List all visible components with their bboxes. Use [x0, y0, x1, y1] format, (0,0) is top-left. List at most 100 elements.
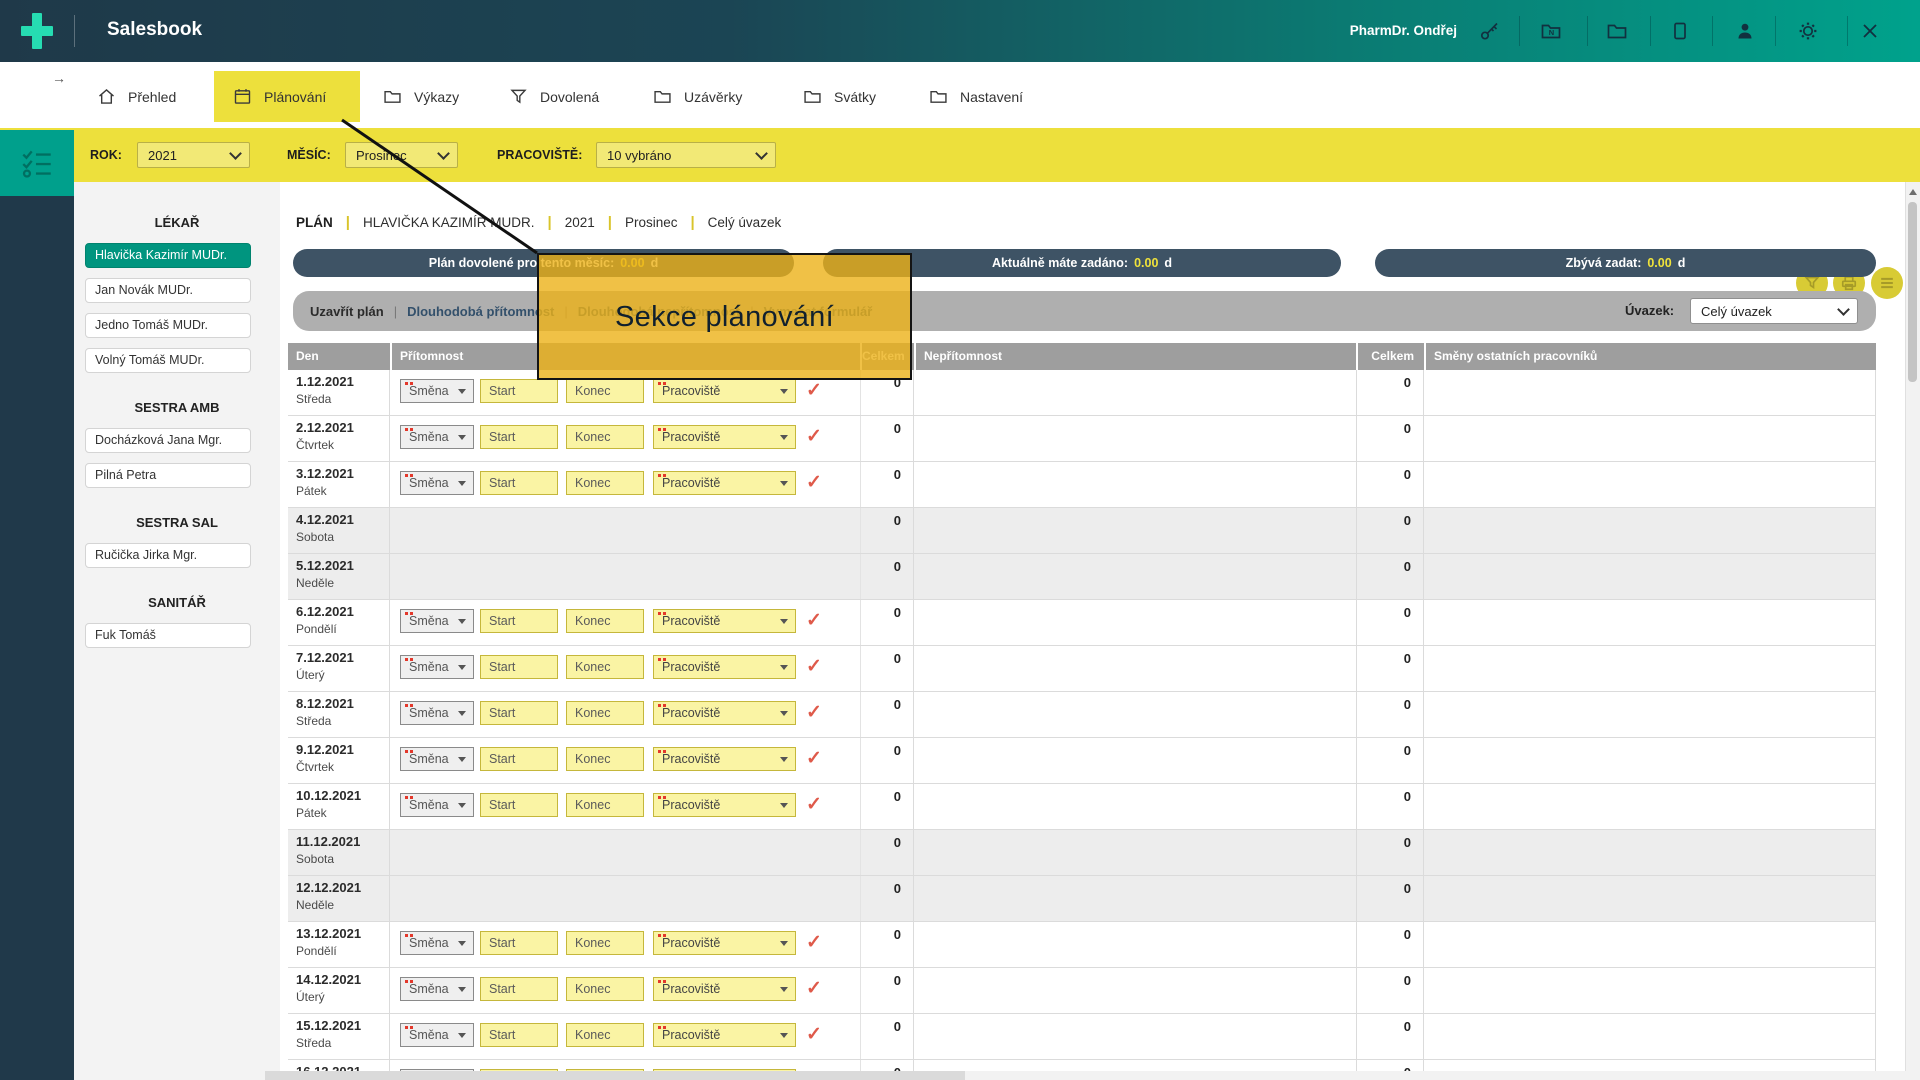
close-icon[interactable]: [1858, 19, 1882, 43]
toolbar-separator: |: [394, 304, 397, 319]
total-presence-cell: 0: [860, 692, 914, 737]
staff-list-item[interactable]: Volný Tomáš MUDr.: [85, 348, 251, 373]
end-time-input[interactable]: Konec: [566, 977, 644, 1001]
confirm-check-button[interactable]: ✓: [806, 609, 822, 632]
shift-select[interactable]: Směna: [400, 655, 474, 679]
workload-value: Celý úvazek: [1701, 304, 1772, 319]
workplace-select[interactable]: Pracoviště: [653, 977, 796, 1001]
planning-sidebar-toggle[interactable]: [0, 130, 74, 196]
staff-group-header: LÉKAŘ: [74, 215, 280, 230]
year-select[interactable]: 2021: [137, 142, 250, 168]
tab-dovolena[interactable]: Dovolená: [508, 71, 599, 122]
workplace-select[interactable]: Pracoviště: [653, 655, 796, 679]
folder-n-icon[interactable]: N: [1539, 19, 1563, 43]
tablet-icon[interactable]: [1668, 19, 1692, 43]
end-time-input[interactable]: Konec: [566, 379, 644, 403]
start-time-input[interactable]: Start: [480, 425, 558, 449]
confirm-check-button[interactable]: ✓: [806, 655, 822, 678]
workplace-select[interactable]: Pracoviště: [653, 1023, 796, 1047]
presence-cell: SměnaStart Konec Pracoviště ✓: [390, 784, 860, 829]
user-icon[interactable]: [1733, 19, 1757, 43]
start-time-input[interactable]: Start: [480, 1023, 558, 1047]
staff-list-item[interactable]: Hlavička Kazimír MUDr.: [85, 243, 251, 268]
end-time-input[interactable]: Konec: [566, 793, 644, 817]
start-time-input[interactable]: Start: [480, 471, 558, 495]
confirm-check-button[interactable]: ✓: [806, 1023, 822, 1046]
workload-select[interactable]: Celý úvazek: [1690, 298, 1858, 324]
shift-select[interactable]: Směna: [400, 977, 474, 1001]
end-time-input[interactable]: Konec: [566, 1023, 644, 1047]
staff-list-item[interactable]: Docházková Jana Mgr.: [85, 428, 251, 453]
workplace-filter-select[interactable]: 10 vybráno: [596, 142, 776, 168]
confirm-check-button[interactable]: ✓: [806, 471, 822, 494]
tab-vykazy[interactable]: Výkazy: [382, 71, 459, 122]
scroll-up-icon[interactable]: [1909, 189, 1917, 195]
vertical-scrollbar[interactable]: [1905, 182, 1920, 1080]
vertical-scroll-thumb[interactable]: [1908, 202, 1917, 382]
tab-uzaverky[interactable]: Uzávěrky: [652, 71, 742, 122]
tab-prehled[interactable]: Přehled: [96, 71, 176, 122]
confirm-check-button[interactable]: ✓: [806, 977, 822, 1000]
tab-planovani[interactable]: Plánování: [214, 71, 360, 122]
required-marker-icon: [405, 658, 408, 661]
start-time-input[interactable]: Start: [480, 609, 558, 633]
workplace-select[interactable]: Pracoviště: [653, 931, 796, 955]
shift-select[interactable]: Směna: [400, 471, 474, 495]
filter-bar: ROK: 2021 MĚSÍC: Prosinec PRACOVIŠTĚ: 10…: [0, 128, 1920, 182]
confirm-check-button[interactable]: ✓: [806, 425, 822, 448]
collapse-arrow-icon[interactable]: →: [52, 70, 66, 86]
horizontal-scrollbar[interactable]: [265, 1071, 1920, 1080]
gear-icon[interactable]: [1796, 19, 1820, 43]
start-time-input[interactable]: Start: [480, 701, 558, 725]
total-absence-cell: 0: [1356, 508, 1424, 553]
workplace-select[interactable]: Pracoviště: [653, 471, 796, 495]
shift-select[interactable]: Směna: [400, 747, 474, 771]
confirm-check-button[interactable]: ✓: [806, 379, 822, 402]
shift-select[interactable]: Směna: [400, 701, 474, 725]
tab-svatky[interactable]: Svátky: [802, 71, 876, 122]
key-icon[interactable]: [1478, 19, 1502, 43]
workplace-select[interactable]: Pracoviště: [653, 701, 796, 725]
end-time-input[interactable]: Konec: [566, 471, 644, 495]
end-time-input[interactable]: Konec: [566, 655, 644, 679]
start-time-input[interactable]: Start: [480, 793, 558, 817]
confirm-check-button[interactable]: ✓: [806, 793, 822, 816]
workplace-select[interactable]: Pracoviště: [653, 379, 796, 403]
close-plan-link[interactable]: Uzavřít plán: [310, 304, 384, 319]
staff-list-item[interactable]: Fuk Tomáš: [85, 623, 251, 648]
staff-list-item[interactable]: Pilná Petra: [85, 463, 251, 488]
confirm-check-button[interactable]: ✓: [806, 931, 822, 954]
folder-icon[interactable]: [1605, 19, 1629, 43]
tab-nastaveni[interactable]: Nastavení: [928, 71, 1023, 122]
confirm-check-button[interactable]: ✓: [806, 747, 822, 770]
workplace-select[interactable]: Pracoviště: [653, 793, 796, 817]
longterm-presence-link[interactable]: Dlouhodobá přítomnost: [407, 304, 554, 319]
start-time-input[interactable]: Start: [480, 747, 558, 771]
horizontal-scroll-thumb[interactable]: [265, 1071, 965, 1080]
start-time-input[interactable]: Start: [480, 379, 558, 403]
staff-list-item[interactable]: Jedno Tomáš MUDr.: [85, 313, 251, 338]
month-select[interactable]: Prosinec: [345, 142, 458, 168]
confirm-check-button[interactable]: ✓: [806, 701, 822, 724]
menu-button[interactable]: [1871, 267, 1903, 299]
workplace-select[interactable]: Pracoviště: [653, 609, 796, 633]
shift-select[interactable]: Směna: [400, 609, 474, 633]
start-time-input[interactable]: Start: [480, 931, 558, 955]
start-time-input[interactable]: Start: [480, 655, 558, 679]
start-time-input[interactable]: Start: [480, 977, 558, 1001]
shift-select[interactable]: Směna: [400, 793, 474, 817]
shift-select[interactable]: Směna: [400, 379, 474, 403]
end-time-input[interactable]: Konec: [566, 931, 644, 955]
staff-list-item[interactable]: Jan Novák MUDr.: [85, 278, 251, 303]
shift-select[interactable]: Směna: [400, 931, 474, 955]
staff-list-item[interactable]: Ručička Jirka Mgr.: [85, 543, 251, 568]
day-cell: 14.12.2021Úterý: [288, 968, 390, 1013]
end-time-input[interactable]: Konec: [566, 747, 644, 771]
end-time-input[interactable]: Konec: [566, 425, 644, 449]
end-time-input[interactable]: Konec: [566, 701, 644, 725]
workplace-select[interactable]: Pracoviště: [653, 425, 796, 449]
shift-select[interactable]: Směna: [400, 1023, 474, 1047]
workplace-select[interactable]: Pracoviště: [653, 747, 796, 771]
end-time-input[interactable]: Konec: [566, 609, 644, 633]
shift-select[interactable]: Směna: [400, 425, 474, 449]
